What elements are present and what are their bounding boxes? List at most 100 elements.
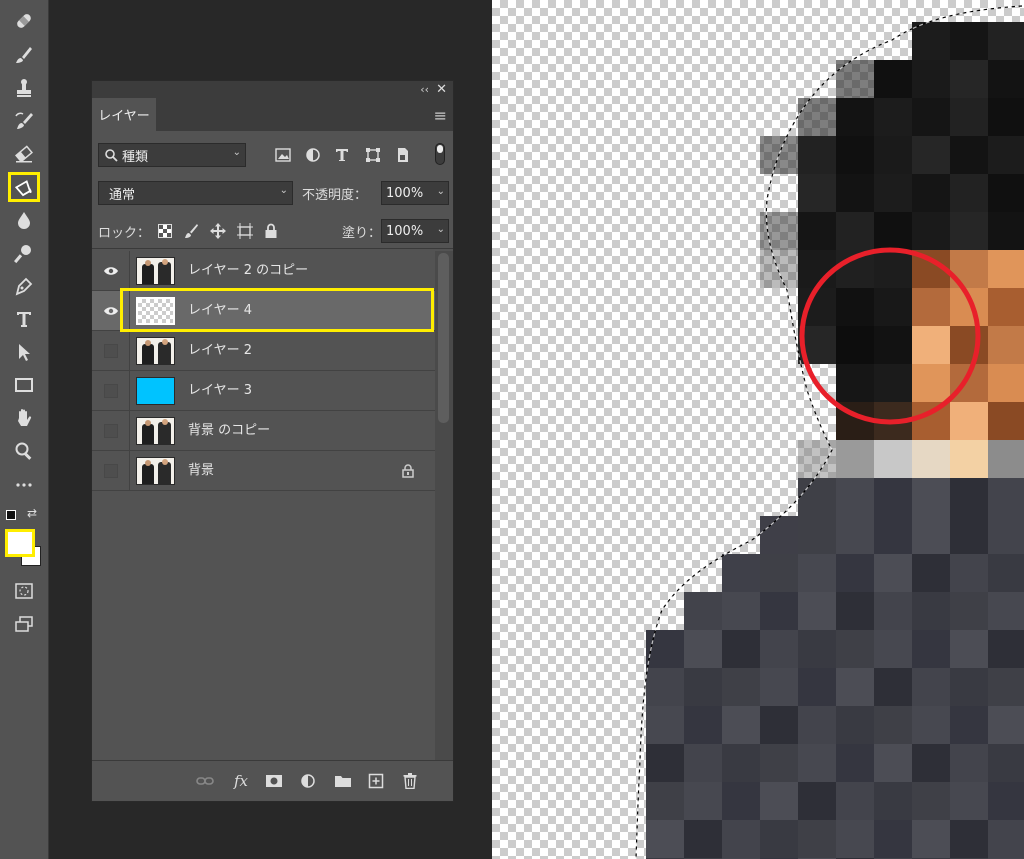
- visibility-toggle[interactable]: [92, 331, 130, 371]
- new-layer-icon[interactable]: [365, 770, 387, 792]
- paint-bucket-icon[interactable]: [8, 172, 40, 202]
- fx-icon[interactable]: fx: [230, 770, 252, 792]
- type-filter-icon[interactable]: [333, 146, 351, 164]
- blend-mode-label: 通常: [109, 187, 136, 203]
- layer-name: 背景 のコピー: [188, 423, 271, 438]
- lock-pixels-brush-icon[interactable]: [182, 222, 200, 240]
- lock-artboard-icon[interactable]: [236, 222, 254, 240]
- visibility-toggle[interactable]: [92, 371, 130, 411]
- zoom-icon[interactable]: [8, 436, 40, 466]
- hidden-eye-slot: [103, 424, 118, 438]
- shape-filter-icon[interactable]: [364, 146, 382, 164]
- foreground-color-swatch[interactable]: [5, 529, 35, 557]
- path-select-icon[interactable]: [8, 337, 40, 367]
- link-icon[interactable]: [194, 770, 216, 792]
- layers-bottom-bar: fx: [92, 760, 453, 801]
- layer-filter-row: 種類 ⌄: [98, 141, 447, 169]
- filter-kind-select[interactable]: 種類 ⌄: [98, 143, 246, 167]
- layer-name: レイヤー 2 のコピー: [188, 263, 309, 278]
- lock-all-icon[interactable]: [262, 222, 280, 240]
- eye-icon: [103, 267, 118, 275]
- opacity-label: 不透明度：: [302, 188, 368, 203]
- close-panel-icon[interactable]: ✕: [436, 81, 447, 98]
- stamp-icon[interactable]: [8, 73, 40, 103]
- layer-thumbnail: [136, 257, 175, 285]
- layer-thumbnail: [136, 337, 175, 365]
- opacity-value: 100%: [386, 185, 424, 201]
- type-icon[interactable]: [8, 304, 40, 334]
- layer-name: レイヤー 2: [188, 343, 253, 358]
- trash-icon[interactable]: [399, 770, 421, 792]
- search-icon: [105, 149, 118, 162]
- brush-icon[interactable]: [8, 40, 40, 70]
- layer-row[interactable]: レイヤー 2 のコピー: [92, 251, 435, 291]
- group-folder-icon[interactable]: [332, 770, 354, 792]
- swap-colors-icon[interactable]: ⇄: [27, 507, 37, 519]
- tab-layers[interactable]: レイヤー: [92, 98, 156, 131]
- more-icon[interactable]: [8, 470, 40, 500]
- quick-mask-icon[interactable]: [8, 576, 40, 606]
- mosaic-image: [635, 5, 1024, 859]
- layer-name: レイヤー 3: [188, 383, 253, 398]
- visibility-toggle[interactable]: [92, 451, 130, 491]
- layer-name: レイヤー 4: [188, 303, 253, 318]
- panel-menu-icon[interactable]: ≡: [434, 106, 447, 125]
- default-colors-icon[interactable]: [6, 510, 16, 520]
- layer-row-selected[interactable]: レイヤー 4: [92, 291, 435, 331]
- chevron-down-icon[interactable]: ⌄: [437, 186, 445, 197]
- chevron-down-icon: ⌄: [232, 147, 241, 158]
- visibility-toggle[interactable]: [92, 291, 130, 331]
- mask-icon[interactable]: [263, 770, 285, 792]
- pen-icon[interactable]: [8, 271, 40, 301]
- layers-panel: ‹‹ ✕ レイヤー ≡ 種類 ⌄ 通常 ⌄ 不透明度： 100% ⌄ ロック： …: [91, 80, 454, 802]
- fill-field[interactable]: 100% ⌄: [381, 219, 449, 243]
- lock-transparent-icon[interactable]: [156, 222, 174, 240]
- hand-icon[interactable]: [8, 403, 40, 433]
- layer-row[interactable]: レイヤー 2: [92, 331, 435, 371]
- blend-opacity-row: 通常 ⌄ 不透明度： 100% ⌄: [98, 181, 449, 207]
- adjustment-icon[interactable]: [297, 770, 319, 792]
- layer-thumbnail: [136, 377, 175, 405]
- layers-scrollbar[interactable]: [435, 251, 453, 762]
- filter-kind-label: 種類: [122, 149, 149, 165]
- lock-icon: [402, 464, 414, 478]
- rectangle-icon[interactable]: [8, 370, 40, 400]
- panel-title-bar: ‹‹ ✕: [92, 81, 453, 98]
- opacity-field[interactable]: 100% ⌄: [381, 181, 449, 205]
- smart-object-filter-icon[interactable]: [394, 146, 412, 164]
- visibility-toggle[interactable]: [92, 251, 130, 291]
- eraser-icon[interactable]: [8, 139, 40, 169]
- divider: [92, 248, 453, 249]
- layer-name: 背景: [188, 463, 215, 478]
- chevron-down-icon[interactable]: ⌄: [437, 224, 445, 235]
- panel-tab-bar: レイヤー ≡: [92, 98, 453, 131]
- visibility-toggle[interactable]: [92, 411, 130, 451]
- bandage-icon[interactable]: [8, 6, 40, 36]
- eye-icon: [103, 307, 118, 315]
- lock-label: ロック：: [98, 226, 151, 241]
- screen-mode-icon[interactable]: [8, 609, 40, 639]
- hidden-eye-slot: [103, 344, 118, 358]
- pixelated-subject: [646, 22, 1024, 859]
- dodge-icon[interactable]: [8, 238, 40, 268]
- adjustment-filter-icon[interactable]: [304, 146, 322, 164]
- pixel-filter-icon[interactable]: [274, 146, 292, 164]
- document-canvas[interactable]: [492, 0, 1024, 859]
- layer-row[interactable]: 背景: [92, 451, 435, 491]
- blend-mode-select[interactable]: 通常 ⌄: [98, 181, 293, 205]
- lock-position-icon[interactable]: [209, 222, 227, 240]
- layer-row[interactable]: 背景 のコピー: [92, 411, 435, 451]
- history-brush-icon[interactable]: [8, 106, 40, 136]
- layer-thumbnail: [136, 297, 175, 325]
- filter-toggle-switch[interactable]: [435, 143, 445, 165]
- scrollbar-thumb[interactable]: [438, 253, 449, 423]
- tab-layers-label: レイヤー: [98, 109, 150, 124]
- tools-panel: ⇄: [0, 0, 49, 859]
- blur-drop-icon[interactable]: [8, 205, 40, 235]
- layer-thumbnail: [136, 457, 175, 485]
- fill-value: 100%: [386, 223, 424, 239]
- lock-fill-row: ロック： 塗り： 100% ⌄: [98, 218, 449, 244]
- collapse-panel-icon[interactable]: ‹‹: [420, 81, 429, 98]
- layer-thumbnail: [136, 417, 175, 445]
- layer-row[interactable]: レイヤー 3: [92, 371, 435, 411]
